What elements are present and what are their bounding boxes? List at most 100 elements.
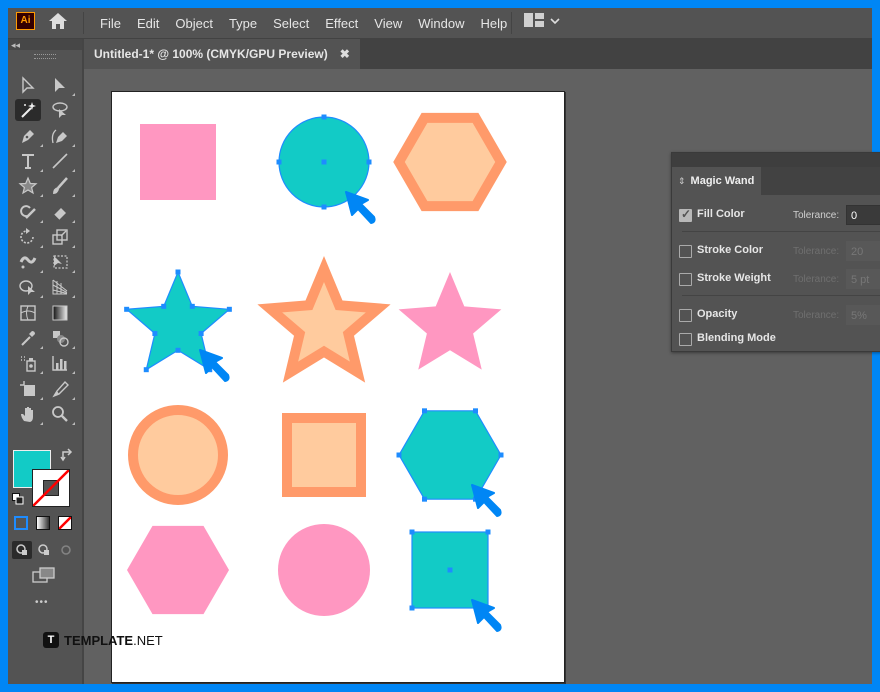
menu-object[interactable]: Object [167, 16, 221, 31]
tool-curvature[interactable] [47, 125, 75, 147]
blending-mode-checkbox[interactable] [679, 333, 692, 346]
anchor-point[interactable] [226, 306, 232, 312]
pink-square[interactable] [140, 124, 216, 200]
anchor-point[interactable] [152, 331, 158, 337]
canvas-area[interactable]: ◂◂ × ⇕ Magic Wand Fill Color Tolerance: … [84, 69, 880, 684]
anchor-point[interactable] [473, 408, 478, 414]
draw-behind-icon[interactable] [34, 541, 54, 559]
tool-paintbrush[interactable] [47, 175, 75, 198]
tool-type[interactable] [15, 150, 43, 172]
anchor-point[interactable] [124, 306, 130, 312]
tool-pen[interactable] [15, 125, 43, 147]
stroke-swatch[interactable] [32, 469, 70, 507]
anchor-point[interactable] [485, 529, 491, 535]
fill-tolerance-input[interactable]: 0 [846, 205, 880, 225]
tool-eraser[interactable] [47, 201, 75, 223]
tool-artboard[interactable] [15, 378, 43, 400]
color-mode-color[interactable] [14, 516, 28, 530]
anchor-point[interactable] [198, 331, 204, 337]
color-mode-none[interactable] [58, 516, 72, 530]
menu-view[interactable]: View [366, 16, 410, 31]
panel-tab-magic-wand[interactable]: ⇕ Magic Wand [672, 167, 761, 195]
document-tab[interactable]: Untitled-1* @ 100% (CMYK/GPU Preview) ✖ [84, 39, 360, 69]
anchor-point[interactable] [409, 605, 415, 611]
pink-hexagon[interactable] [127, 525, 229, 615]
anchor-point[interactable] [143, 367, 149, 373]
screen-mode-icon[interactable] [32, 567, 56, 583]
peach-star[interactable] [257, 255, 391, 383]
tool-mesh[interactable] [15, 302, 41, 324]
chevron-down-icon[interactable] [550, 17, 560, 25]
tool-puppet-warp[interactable] [15, 251, 43, 274]
color-mode-gradient[interactable] [36, 516, 50, 530]
fill-color-checkbox[interactable] [679, 207, 692, 222]
pink-circle[interactable] [278, 524, 370, 616]
artboard[interactable] [111, 91, 565, 683]
tool-line-segment[interactable] [47, 150, 75, 172]
anchor-point[interactable] [422, 408, 427, 414]
tool-scale[interactable] [47, 226, 75, 248]
draw-normal-icon[interactable] [12, 541, 32, 559]
tool-magic-wand[interactable] [15, 99, 41, 122]
swap-fill-stroke-icon[interactable] [60, 448, 74, 462]
tool-column-graph[interactable] [47, 352, 75, 375]
tool-shape-builder[interactable] [15, 276, 43, 299]
tool-zoom[interactable] [47, 403, 75, 425]
tool-direct-selection[interactable] [47, 74, 75, 96]
anchor-point[interactable] [321, 114, 327, 120]
menu-type[interactable]: Type [221, 16, 265, 31]
menu-effect[interactable]: Effect [317, 16, 366, 31]
anchor-point[interactable] [175, 269, 181, 275]
home-icon[interactable] [48, 11, 68, 31]
default-fill-stroke-icon[interactable] [12, 493, 24, 505]
tool-free-transform[interactable] [47, 251, 75, 274]
tool-lasso[interactable] [47, 99, 73, 121]
drag-handle[interactable] [34, 54, 56, 59]
stroke-color-tolerance-input[interactable]: 20 [846, 241, 880, 261]
opacity-checkbox[interactable] [679, 309, 692, 322]
tool-blend[interactable] [47, 327, 75, 349]
anchor-point[interactable] [447, 567, 453, 573]
tool-eyedropper[interactable] [15, 327, 43, 349]
anchor-point[interactable] [276, 159, 282, 165]
menu-window[interactable]: Window [410, 16, 472, 31]
collapse-icon[interactable]: ◂◂ [11, 40, 20, 51]
draw-inside-icon[interactable] [56, 541, 76, 559]
menu-help[interactable]: Help [472, 16, 515, 31]
anchor-point[interactable] [366, 159, 372, 165]
selected-teal-hexagon[interactable] [398, 410, 502, 500]
anchor-point[interactable] [161, 303, 167, 309]
anchor-point[interactable] [422, 496, 427, 502]
tool-star[interactable] [15, 175, 43, 198]
menu-select[interactable]: Select [265, 16, 317, 31]
anchor-point[interactable] [321, 159, 327, 165]
sort-updown-icon[interactable]: ⇕ [678, 176, 686, 187]
tool-perspective-grid[interactable] [47, 276, 75, 299]
anchor-point[interactable] [189, 303, 195, 309]
more-tools-icon[interactable]: ••• [35, 597, 49, 608]
stroke-color-checkbox[interactable] [679, 245, 692, 258]
tool-shaper[interactable] [15, 201, 43, 223]
tool-slice[interactable] [47, 378, 75, 400]
tool-rotate[interactable] [15, 226, 43, 248]
opacity-tolerance-input[interactable]: 5% [846, 305, 880, 325]
anchor-point[interactable] [396, 452, 402, 458]
peach-hexagon[interactable] [393, 112, 507, 212]
tool-gradient[interactable] [47, 302, 73, 324]
tool-symbol-sprayer[interactable] [15, 352, 43, 375]
stroke-weight-checkbox[interactable] [679, 273, 692, 286]
workspace-layout-icon[interactable] [524, 13, 544, 27]
tool-hand[interactable] [15, 403, 43, 425]
anchor-point[interactable] [321, 204, 327, 210]
close-icon[interactable]: ✖ [340, 47, 350, 61]
anchor-point[interactable] [175, 347, 181, 353]
peach-circle[interactable] [128, 405, 228, 505]
stroke-weight-tolerance-input[interactable]: 5 pt [846, 269, 880, 289]
peach-square[interactable] [282, 413, 366, 497]
menu-file[interactable]: File [92, 16, 129, 31]
menu-edit[interactable]: Edit [129, 16, 167, 31]
tool-selection[interactable] [15, 74, 41, 96]
anchor-point[interactable] [498, 452, 504, 458]
pink-star[interactable] [398, 272, 502, 370]
panel-header[interactable]: ◂◂ × [672, 153, 880, 167]
